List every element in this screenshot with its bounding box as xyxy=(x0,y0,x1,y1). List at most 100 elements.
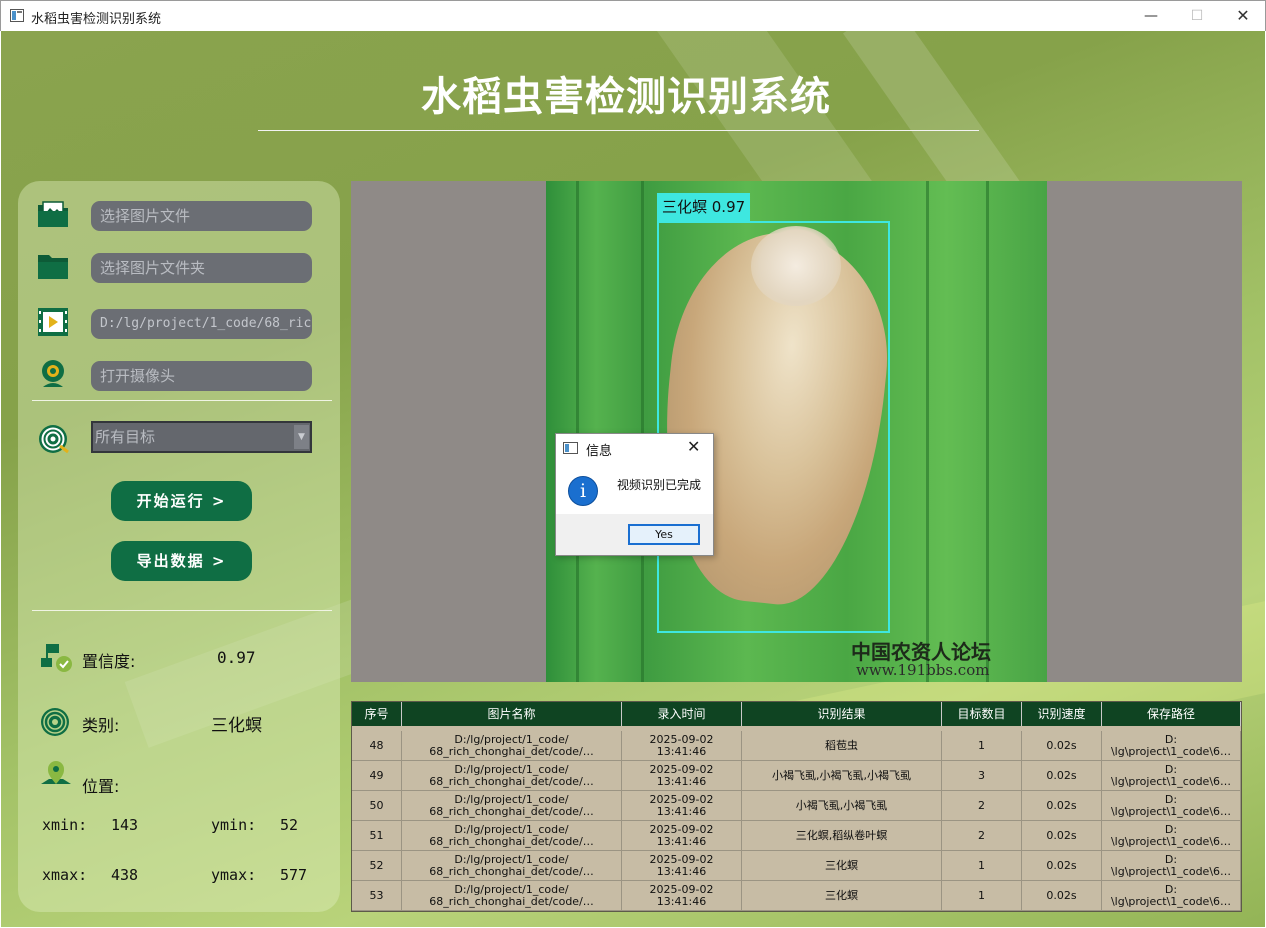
cell-result: 三化螟 xyxy=(742,881,942,911)
leaf-vein xyxy=(986,181,989,682)
confidence-value: 0.97 xyxy=(217,648,256,667)
panel-divider xyxy=(32,610,332,611)
info-dialog: 信息 ✕ i 视频识别已完成 Yes xyxy=(555,433,714,556)
cell-name: D:/lg/project/1_code/68_rich_chonghai_de… xyxy=(402,821,622,851)
cell-speed: 0.02s xyxy=(1022,761,1102,791)
cell-time: 2025-09-02 13:41:46 xyxy=(622,731,742,761)
cell-count: 3 xyxy=(942,761,1022,791)
cell-result: 三化螟,稻纵卷叶螟 xyxy=(742,821,942,851)
table-row[interactable]: 52 D:/lg/project/1_code/68_rich_chonghai… xyxy=(352,851,1241,881)
cell-id: 52 xyxy=(352,851,402,881)
cell-speed: 0.02s xyxy=(1022,731,1102,761)
dialog-app-icon xyxy=(563,442,578,454)
export-button[interactable]: 导出数据 > xyxy=(111,541,252,581)
xmin-value: 143 xyxy=(111,816,139,834)
cell-name: D:/lg/project/1_code/68_rich_chonghai_de… xyxy=(402,761,622,791)
cell-count: 1 xyxy=(942,881,1022,911)
image-folder-input[interactable]: 选择图片文件夹 xyxy=(91,253,312,283)
column-header-result[interactable]: 识别结果 xyxy=(742,702,942,726)
table-row[interactable]: 48 D:/lg/project/1_code/68_rich_chonghai… xyxy=(352,731,1241,761)
network-check-icon xyxy=(41,644,72,672)
cell-clock: 13:41:46 xyxy=(656,775,707,788)
column-header-name[interactable]: 图片名称 xyxy=(402,702,622,726)
detection-label: 三化螟 0.97 xyxy=(657,193,751,221)
cell-count: 2 xyxy=(942,821,1022,851)
circle-target-icon xyxy=(41,708,69,736)
cell-path: D: \lg\project\1_code\6… xyxy=(1102,821,1241,851)
minimize-button[interactable]: — xyxy=(1128,1,1174,31)
cell-path-line2: \lg\project\1_code\6… xyxy=(1110,835,1232,848)
cell-path-line2: \lg\project\1_code\6… xyxy=(1110,745,1232,758)
cell-name: D:/lg/project/1_code/68_rich_chonghai_de… xyxy=(402,791,622,821)
maximize-button[interactable]: ☐ xyxy=(1174,1,1220,31)
start-button[interactable]: 开始运行 > xyxy=(111,481,252,521)
cell-result: 小褐飞虱,小褐飞虱 xyxy=(742,791,942,821)
cell-name-line2: 68_rich_chonghai_det/code/… xyxy=(429,895,594,908)
cell-speed: 0.02s xyxy=(1022,881,1102,911)
image-folder-icon[interactable] xyxy=(36,199,70,229)
webcam-icon[interactable] xyxy=(38,359,72,389)
cell-id: 48 xyxy=(352,731,402,761)
title-divider xyxy=(258,130,979,131)
cell-name-line2: 68_rich_chonghai_det/code/… xyxy=(429,775,594,788)
watermark-url: www.191bbs.com xyxy=(856,661,990,679)
column-header-id[interactable]: 序号 xyxy=(352,702,402,726)
leaf-vein xyxy=(641,181,644,682)
ymax-value: 577 xyxy=(280,866,308,884)
cell-path-line2: \lg\project\1_code\6… xyxy=(1110,805,1232,818)
cell-speed: 0.02s xyxy=(1022,791,1102,821)
column-header-path[interactable]: 保存路径 xyxy=(1102,702,1241,726)
cell-result: 三化螟 xyxy=(742,851,942,881)
video-path-input[interactable]: D:/lg/project/1_code/68_rich_chonghai_de… xyxy=(91,309,312,339)
cell-speed: 0.02s xyxy=(1022,851,1102,881)
close-button[interactable]: ✕ xyxy=(1220,1,1266,31)
cell-count: 1 xyxy=(942,851,1022,881)
table-header: 序号 图片名称 录入时间 识别结果 目标数目 识别速度 保存路径 xyxy=(352,702,1241,726)
target-select[interactable]: 所有目标 ▼ xyxy=(91,421,312,453)
video-file-icon[interactable] xyxy=(37,307,71,337)
table-row[interactable]: 51 D:/lg/project/1_code/68_rich_chonghai… xyxy=(352,821,1241,851)
column-header-count[interactable]: 目标数目 xyxy=(942,702,1022,726)
camera-input[interactable]: 打开摄像头 xyxy=(91,361,312,391)
cell-clock: 13:41:46 xyxy=(656,835,707,848)
cell-count: 1 xyxy=(942,731,1022,761)
xmax-label: xmax: xyxy=(42,866,88,884)
cell-result: 小褐飞虱,小褐飞虱,小褐飞虱 xyxy=(742,761,942,791)
table-row[interactable]: 53 D:/lg/project/1_code/68_rich_chonghai… xyxy=(352,881,1241,911)
image-display: 中国农资人论坛 www.191bbs.com 三化螟 0.97 xyxy=(351,181,1242,682)
cell-count: 2 xyxy=(942,791,1022,821)
column-header-speed[interactable]: 识别速度 xyxy=(1022,702,1102,726)
class-label: 类别: xyxy=(82,716,120,735)
cell-name-line2: 68_rich_chonghai_det/code/… xyxy=(429,865,594,878)
cell-path: D: \lg\project\1_code\6… xyxy=(1102,851,1241,881)
leaf-vein xyxy=(926,181,929,682)
cell-path-line2: \lg\project\1_code\6… xyxy=(1110,775,1232,788)
position-label: 位置: xyxy=(82,777,120,796)
close-icon[interactable]: ✕ xyxy=(687,437,700,456)
app-icon xyxy=(10,9,24,22)
cell-name-line2: 68_rich_chonghai_det/code/… xyxy=(429,745,594,758)
cell-name: D:/lg/project/1_code/68_rich_chonghai_de… xyxy=(402,731,622,761)
info-icon: i xyxy=(568,476,598,506)
cell-clock: 13:41:46 xyxy=(656,805,707,818)
chevron-down-icon[interactable]: ▼ xyxy=(294,425,309,449)
cell-clock: 13:41:46 xyxy=(656,745,707,758)
panel-divider xyxy=(32,400,332,401)
cell-name: D:/lg/project/1_code/68_rich_chonghai_de… xyxy=(402,881,622,911)
dialog-message: 视频识别已完成 xyxy=(617,478,702,492)
window-titlebar: 水稻虫害检测识别系统 — ☐ ✕ xyxy=(0,0,1266,31)
cell-clock: 13:41:46 xyxy=(656,865,707,878)
table-row[interactable]: 49 D:/lg/project/1_code/68_rich_chonghai… xyxy=(352,761,1241,791)
image-file-input[interactable]: 选择图片文件 xyxy=(91,201,312,231)
control-panel: 选择图片文件 选择图片文件夹 D:/lg/project/1_code/68_r… xyxy=(18,181,340,912)
cell-id: 50 xyxy=(352,791,402,821)
table-row[interactable]: 50 D:/lg/project/1_code/68_rich_chonghai… xyxy=(352,791,1241,821)
column-header-time[interactable]: 录入时间 xyxy=(622,702,742,726)
cell-time: 2025-09-02 13:41:46 xyxy=(622,791,742,821)
yes-button[interactable]: Yes xyxy=(628,524,700,545)
target-icon xyxy=(39,425,69,454)
cell-clock: 13:41:46 xyxy=(656,895,707,908)
cell-name-line2: 68_rich_chonghai_det/code/… xyxy=(429,805,594,818)
folder-icon[interactable] xyxy=(36,251,70,281)
cell-id: 53 xyxy=(352,881,402,911)
